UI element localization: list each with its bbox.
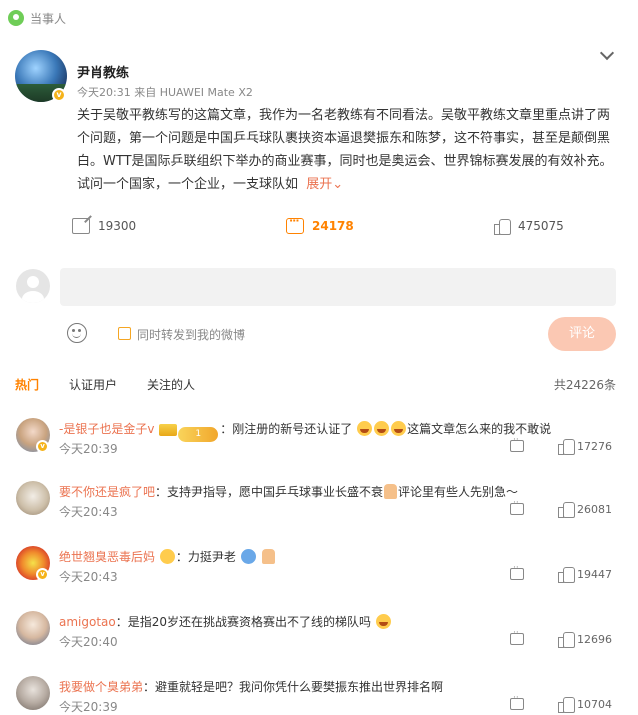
repost-label[interactable]: 同时转发到我的微博 <box>137 326 245 343</box>
like-button[interactable]: 475075 <box>494 216 564 236</box>
commenter-name[interactable]: 绝世翘臭恶毒后妈 <box>59 550 155 564</box>
chevron-down-icon[interactable] <box>600 48 614 62</box>
share-count: 19300 <box>98 219 137 233</box>
thumbs-up-emoji-icon <box>384 484 398 499</box>
thumbs-up-icon <box>494 218 511 235</box>
comment-button[interactable]: 24178 <box>286 214 354 236</box>
comment-item: 要不你还是疯了吧：支持尹指导，愿中国乒乓球事业长盛不衰 评论里有些人先别急～ 今天… <box>0 481 638 543</box>
like-count: 475075 <box>518 219 564 233</box>
commenter-avatar[interactable] <box>16 611 50 645</box>
comment-item: 我要做个臭弟弟：避重就轻是吧？我问你凭什么要樊振东推出世界排名啊 今天20:39… <box>0 676 638 715</box>
comment-like-count: 26081 <box>577 503 612 516</box>
comment-like-count: 10704 <box>577 698 612 711</box>
comment-text: ：是指20岁还在挑战赛资格赛出不了线的梯队吗 <box>115 615 372 629</box>
comment-time: 今天20:39 <box>59 700 118 714</box>
topic-bar: 当事人 <box>8 8 66 28</box>
thumbs-up-icon[interactable] <box>558 438 575 455</box>
tab-following[interactable]: 关注的人 <box>147 376 195 393</box>
laugh-emoji-icon <box>374 421 390 436</box>
laugh-emoji-icon <box>357 421 373 436</box>
comment-text-line: 要不你还是疯了吧：支持尹指导，愿中国乒乓球事业长盛不衰 评论里有些人先别急～ <box>59 483 518 500</box>
comment-text: ：力挺尹老 <box>175 550 236 564</box>
laugh-emoji-icon <box>391 421 407 436</box>
comment-input[interactable] <box>60 268 616 306</box>
comment-text-line: 绝世翘臭恶毒后妈 ：力挺尹老 <box>59 548 276 565</box>
verified-badge-icon: v <box>36 440 49 453</box>
comment-item: amigotao：是指20岁还在挑战赛资格赛出不了线的梯队吗 今天20:40 1… <box>0 611 638 673</box>
comment-text: ：避重就轻是吧？我问你凭什么要樊振东推出世界排名啊 <box>143 680 444 694</box>
commenter-avatar[interactable] <box>16 481 50 515</box>
comment-time: 今天20:43 <box>59 505 118 519</box>
comment-text-line: amigotao：是指20岁还在挑战赛资格赛出不了线的梯队吗 <box>59 613 392 630</box>
reply-icon[interactable] <box>510 563 524 580</box>
comment-like-count: 19447 <box>577 568 612 581</box>
commenter-name[interactable]: 我要做个臭弟弟 <box>59 680 143 694</box>
member-emoji-icon <box>159 549 175 564</box>
share-button[interactable]: 19300 <box>72 216 136 236</box>
comment-like-count: 12696 <box>577 633 612 646</box>
comment-item: v 绝世翘臭恶毒后妈 ：力挺尹老 今天20:43 19447 <box>0 546 638 608</box>
blue-emoji-icon <box>240 549 256 564</box>
comment-time: 今天20:40 <box>59 635 118 649</box>
comment-item: v -是银子也是金子v 1 ：刚注册的新号还认证了 这篇文章怎么来的我不敢说 今天… <box>0 418 638 480</box>
commenter-name[interactable]: -是银子也是金子v <box>59 422 154 436</box>
share-icon <box>72 218 90 234</box>
thumbs-up-icon[interactable] <box>558 566 575 583</box>
expand-link[interactable]: 展开⌄ <box>298 177 343 192</box>
thumbs-up-icon[interactable] <box>558 696 575 713</box>
repost-checkbox[interactable] <box>118 327 131 340</box>
commenter-name[interactable]: 要不你还是疯了吧 <box>59 485 155 499</box>
thumbs-up-emoji-icon <box>261 549 275 564</box>
comment-text-2: 评论里有些人先别急～ <box>398 485 519 499</box>
comment-text: ：支持尹指导，愿中国乒乓球事业长盛不衰 <box>155 485 384 499</box>
comment-text-line: 我要做个臭弟弟：避重就轻是吧？我问你凭什么要樊振东推出世界排名啊 <box>59 678 443 695</box>
laugh-emoji-icon <box>375 614 391 629</box>
verified-badge-icon: v <box>36 568 49 581</box>
comment-text: ：刚注册的新号还认证了 <box>220 422 353 436</box>
reply-icon[interactable] <box>510 435 524 452</box>
thumbs-up-icon[interactable] <box>558 501 575 518</box>
reply-icon[interactable] <box>510 498 524 515</box>
verified-badge-icon: v <box>52 88 66 102</box>
commenter-name[interactable]: amigotao <box>59 615 116 629</box>
post-text: 关于吴敬平教练写的这篇文章，我作为一名老教练有不同看法。吴敬平教练文章里重点讲了… <box>77 108 613 192</box>
comment-total: 共24226条 <box>553 378 616 392</box>
comment-like-count: 17276 <box>577 440 612 453</box>
comment-tabs: 热门 认证用户 关注的人 <box>15 376 225 393</box>
submit-comment-button[interactable]: 评论 <box>548 317 616 351</box>
tab-hot[interactable]: 热门 <box>15 376 39 393</box>
current-user-avatar <box>16 269 50 303</box>
comment-count: 24178 <box>312 219 354 233</box>
reply-icon[interactable] <box>510 628 524 645</box>
comment-icon <box>286 214 304 234</box>
vip-level-badge: 1 <box>178 427 219 442</box>
comment-time: 今天20:39 <box>59 442 118 456</box>
emoji-icon[interactable] <box>67 323 87 343</box>
reply-icon[interactable] <box>510 693 524 710</box>
post-author-name[interactable]: 尹肖教练 <box>77 62 129 81</box>
tab-verified-users[interactable]: 认证用户 <box>69 376 117 393</box>
comment-time: 今天20:43 <box>59 570 118 584</box>
location-pin-icon <box>8 10 24 26</box>
topic-label: 当事人 <box>30 11 67 26</box>
post-meta: 今天20:31 来自 HUAWEI Mate X2 <box>77 86 253 99</box>
comment-text-2: 这篇文章怎么来的我不敢说 <box>407 422 552 436</box>
post-body: 关于吴敬平教练写的这篇文章，我作为一名老教练有不同看法。吴敬平教练文章里重点讲了… <box>77 104 622 196</box>
crown-icon <box>159 424 178 436</box>
commenter-avatar[interactable] <box>16 676 50 710</box>
comment-text-line: -是银子也是金子v 1 ：刚注册的新号还认证了 这篇文章怎么来的我不敢说 <box>59 420 551 442</box>
thumbs-up-icon[interactable] <box>558 631 575 648</box>
